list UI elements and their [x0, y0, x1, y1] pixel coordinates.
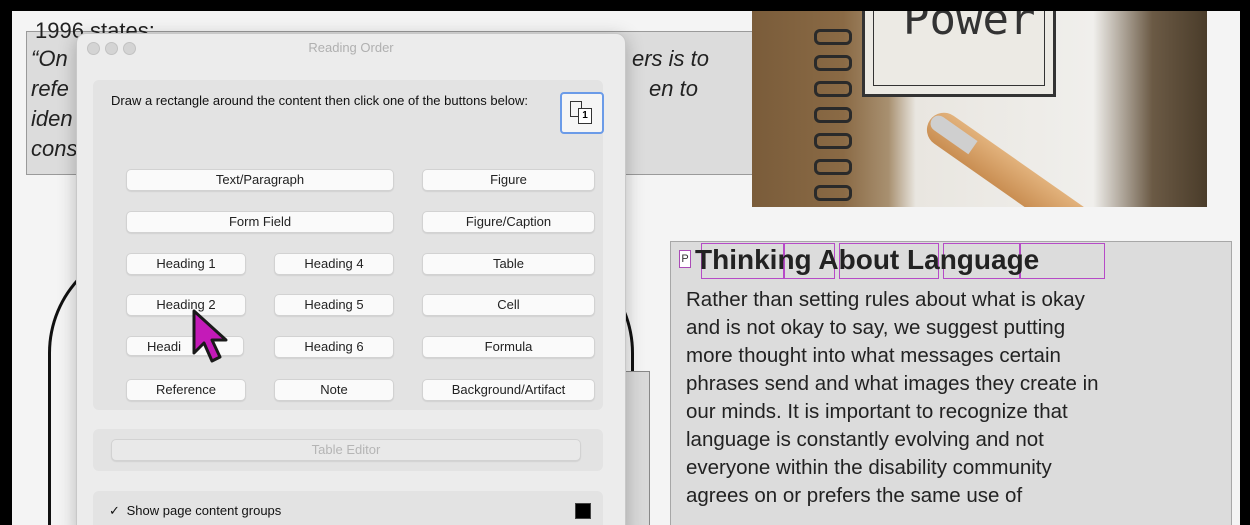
table-editor-panel: Table Editor	[93, 429, 603, 471]
quote-line-right: en to	[649, 76, 698, 101]
dialog-title: Reading Order	[308, 40, 394, 55]
section-heading: Thinking About Language	[695, 244, 1040, 275]
quote-line: iden	[31, 106, 73, 131]
heading4-button[interactable]: Heading 4	[274, 253, 394, 275]
body-line: our minds. It is important to recognize …	[686, 400, 1068, 423]
body-line: more thought into what messages certain	[686, 344, 1061, 367]
show-order-panel-icon[interactable]: 1	[560, 92, 604, 134]
notebook-photo: Power	[752, 11, 1207, 207]
paragraph-tag: P	[679, 250, 691, 268]
group-color-swatch[interactable]	[575, 503, 591, 519]
photo-word: Power	[903, 11, 1036, 45]
photo-card: Power	[862, 11, 1056, 97]
section-body: Rather than setting rules about what is …	[686, 286, 1216, 510]
body-line: phrases send and what images they create…	[686, 372, 1099, 395]
order-icon-badge: 1	[578, 108, 592, 124]
title-bar[interactable]: Reading Order	[77, 34, 625, 60]
quote-line: “On	[31, 46, 68, 71]
text-panel: P Thinking About Language Rather than se…	[670, 241, 1232, 525]
body-line: agrees on or prefers the same use of	[686, 484, 1023, 507]
table-editor-button[interactable]: Table Editor	[111, 439, 581, 461]
pen-image	[920, 106, 1137, 207]
body-line: everyone within the disability community	[686, 456, 1052, 479]
show-groups-label: Show page content groups	[126, 503, 282, 518]
body-line: Rather than setting rules about what is …	[686, 288, 1085, 311]
figure-button[interactable]: Figure	[422, 169, 595, 191]
reference-button[interactable]: Reference	[126, 379, 246, 401]
quote-line: cons	[31, 136, 78, 161]
options-panel: ✓ Show page content groups	[93, 491, 603, 525]
note-button[interactable]: Note	[274, 379, 394, 401]
body-line: and is not okay to say, we suggest putti…	[686, 316, 1066, 339]
form-field-button[interactable]: Form Field	[126, 211, 394, 233]
tag-buttons-panel: Draw a rectangle around the content then…	[93, 80, 604, 410]
screenshot-frame: 1996 states: “On refe iden cons ers is t…	[12, 11, 1240, 525]
reading-order-dialog: Reading Order Draw a rectangle around th…	[76, 33, 626, 525]
quote-line: refe	[31, 76, 69, 101]
instruction-text: Draw a rectangle around the content then…	[111, 93, 528, 108]
cell-button[interactable]: Cell	[422, 294, 595, 316]
quote-line-right: ers is to	[632, 46, 710, 71]
background-artifact-button[interactable]: Background/Artifact	[422, 379, 595, 401]
heading6-button[interactable]: Heading 6	[274, 336, 394, 358]
body-line: language is constantly evolving and not	[686, 428, 1044, 451]
text-paragraph-button[interactable]: Text/Paragraph	[126, 169, 394, 191]
heading1-button[interactable]: Heading 1	[126, 253, 246, 275]
show-groups-row[interactable]: ✓ Show page content groups	[109, 503, 281, 519]
figure-caption-button[interactable]: Figure/Caption	[422, 211, 595, 233]
heading5-button[interactable]: Heading 5	[274, 294, 394, 316]
checkmark-icon[interactable]: ✓	[109, 503, 123, 519]
table-button[interactable]: Table	[422, 253, 595, 275]
mouse-pointer-icon	[192, 309, 228, 363]
formula-button[interactable]: Formula	[422, 336, 595, 358]
